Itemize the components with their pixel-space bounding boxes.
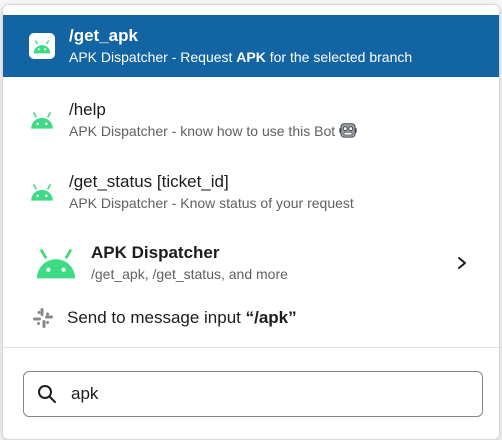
search-icon [38, 385, 56, 403]
command-item-get-apk[interactable]: /get_apk APK Dispatcher - Request APK fo… [3, 15, 499, 77]
android-icon [31, 112, 53, 129]
android-icon [31, 184, 53, 201]
command-item-help[interactable]: /help APK Dispatcher - know how to use t… [3, 89, 499, 151]
send-label: Send to message input “/apk” [67, 308, 297, 327]
command-name: /help [69, 100, 106, 119]
slack-logo-icon [33, 308, 53, 328]
send-to-message-input[interactable]: Send to message input “/apk” [3, 297, 499, 339]
command-description: APK Dispatcher - know how to use this Bo… [69, 121, 357, 141]
command-name: /get_apk [69, 26, 138, 45]
app-commands: /get_apk, /get_status, and more [91, 266, 288, 282]
slash-command-autocomplete: /get_apk APK Dispatcher - Request APK fo… [2, 4, 500, 440]
robot-face-icon [339, 123, 357, 138]
app-name: APK Dispatcher [91, 243, 220, 262]
android-icon [36, 249, 76, 279]
search-input[interactable] [71, 384, 451, 404]
search-box[interactable] [23, 371, 483, 417]
command-description: APK Dispatcher - Request APK for the sel… [69, 49, 413, 65]
android-icon [29, 33, 55, 59]
command-description: APK Dispatcher - Know status of your req… [69, 195, 354, 211]
divider [3, 347, 499, 348]
chevron-right-icon[interactable] [455, 256, 469, 270]
command-item-get-status[interactable]: /get_status [ticket_id] APK Dispatcher -… [3, 161, 499, 223]
command-name: /get_status [ticket_id] [69, 172, 229, 191]
app-item-apk-dispatcher[interactable]: APK Dispatcher /get_apk, /get_status, an… [3, 233, 499, 293]
